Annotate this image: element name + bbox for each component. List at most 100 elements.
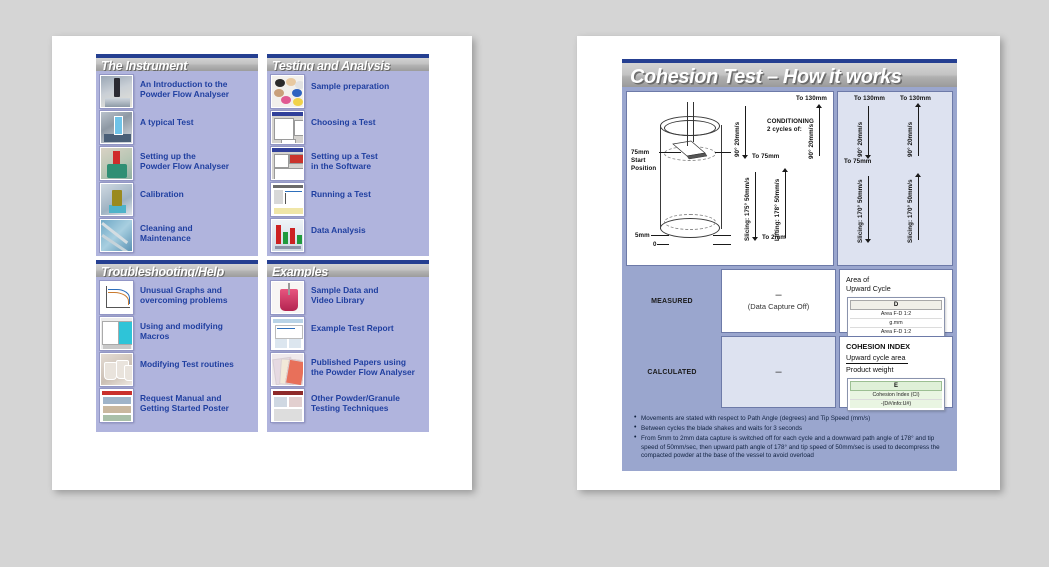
menu-item-label: Example Test Report bbox=[311, 323, 394, 333]
menu-item[interactable]: Choosing a Test bbox=[270, 110, 426, 145]
cohesion-test-poster: Cohesion Test – How it works 75mm Start … bbox=[622, 59, 957, 472]
panel-header: Examples bbox=[267, 260, 429, 277]
vessel-diagram-panel: 75mm Start Position 5mm 0 90° 20mm/s To … bbox=[626, 91, 834, 266]
diagram-row: 75mm Start Position 5mm 0 90° 20mm/s To … bbox=[626, 91, 953, 266]
formula-numerator: Upward cycle area bbox=[846, 353, 908, 364]
test-report-document-icon bbox=[270, 316, 305, 351]
menu-item[interactable]: Sample preparation bbox=[270, 74, 426, 109]
conditioning-label: CONDITIONING 2 cycles of: bbox=[767, 118, 814, 133]
menu-item-label: Running a Test bbox=[311, 189, 371, 199]
techniques-document-icon bbox=[270, 388, 305, 423]
menu-item-label: Setting up a Test in the Software bbox=[311, 151, 378, 171]
panel-body: An Introduction to the Powder Flow Analy… bbox=[96, 71, 258, 256]
notes-section: Movements are stated with respect to Pat… bbox=[626, 412, 953, 467]
panel-header: Testing and Analysis bbox=[267, 54, 429, 71]
menu-item[interactable]: Setting up the Powder Flow Analyser bbox=[99, 146, 255, 181]
running-test-chart-icon bbox=[270, 182, 305, 217]
slicing-move-label: Slicing: 175° 50mm/s bbox=[744, 177, 751, 241]
menu-item-label: A typical Test bbox=[140, 117, 194, 127]
side-slicing-right: Slicing: 170° 50mm/s bbox=[907, 179, 914, 243]
menu-item-label: Sample preparation bbox=[311, 81, 390, 91]
up-move-label: 90° 20mm/s bbox=[808, 123, 815, 159]
menu-item[interactable]: Other Powder/Granule Testing Techniques bbox=[270, 388, 426, 423]
menu-item[interactable]: Example Test Report bbox=[270, 316, 426, 351]
panel-title: Testing and Analysis bbox=[272, 59, 391, 71]
note-item: From 5mm to 2mm data capture is switched… bbox=[634, 434, 949, 461]
menu-item[interactable]: Setting up a Test in the Software bbox=[270, 146, 426, 181]
panel-header: Troubleshooting/Help bbox=[96, 260, 258, 277]
bottom-5mm-label: 5mm bbox=[635, 232, 650, 239]
panel-body: Unusual Graphs and overcoming problems U… bbox=[96, 277, 258, 432]
blade-icon bbox=[672, 140, 708, 160]
test-vessels-photo-icon bbox=[99, 352, 134, 387]
measured-dash: – bbox=[775, 289, 782, 301]
note-item: Movements are stated with respect to Pat… bbox=[634, 414, 949, 424]
cleaning-photo-icon bbox=[99, 218, 134, 253]
calc-box-line: Area F-D 1:2 bbox=[880, 329, 912, 335]
calc-box-line: g.mm bbox=[850, 319, 942, 328]
to-130mm-label: To 130mm bbox=[796, 95, 827, 102]
left-page-sheet: The Instrument An Introduction to the Po… bbox=[52, 36, 472, 490]
menu-item[interactable]: Unusual Graphs and overcoming problems bbox=[99, 280, 255, 315]
down-move-label: 90° 20mm/s bbox=[734, 121, 741, 157]
panel-title: Examples bbox=[272, 265, 328, 277]
bottom-zero-label: 0 bbox=[653, 241, 657, 248]
calculated-row: CALCULATED – COHESION INDEX Upward cycle… bbox=[626, 336, 953, 411]
menu-item[interactable]: Modifying Test routines bbox=[99, 352, 255, 387]
side-to-130mm-label-right: To 130mm bbox=[900, 95, 931, 102]
menu-item[interactable]: Cleaning and Maintenance bbox=[99, 218, 255, 253]
menu-item-label: Sample Data and Video Library bbox=[311, 285, 379, 305]
calibration-photo-icon bbox=[99, 182, 134, 217]
menu-item[interactable]: Running a Test bbox=[270, 182, 426, 217]
menu-item[interactable]: Using and modifying Macros bbox=[99, 316, 255, 351]
to-75mm-label: To 75mm bbox=[752, 153, 780, 160]
measured-title-line1: Area of bbox=[846, 275, 870, 284]
menu-item-label: Published Papers using the Powder Flow A… bbox=[311, 357, 415, 377]
poster-document-icon bbox=[99, 388, 134, 423]
menu-item[interactable]: Published Papers using the Powder Flow A… bbox=[270, 352, 426, 387]
macro-editor-icon bbox=[99, 316, 134, 351]
side-down-move-right: 90° 20mm/s bbox=[907, 121, 914, 157]
panel-body: Sample preparation Choosing a Test Setti… bbox=[267, 71, 429, 256]
calc-box-line: Area F-D 1:2 bbox=[850, 310, 942, 319]
repeat-cycle-panel: To 130mm To 130mm 90° 20mm/s 90° 20mm/s … bbox=[837, 91, 953, 266]
menu-item[interactable]: Request Manual and Getting Started Poste… bbox=[99, 388, 255, 423]
menu-item-label: Using and modifying Macros bbox=[140, 321, 223, 341]
row-label-calculated: CALCULATED bbox=[647, 368, 697, 376]
lifting-move-label: Lifting: 178° 50mm/s bbox=[774, 178, 781, 241]
menu-item-label: Unusual Graphs and overcoming problems bbox=[140, 285, 228, 305]
software-window-icon bbox=[270, 146, 305, 181]
right-page-sheet: Cohesion Test – How it works 75mm Start … bbox=[577, 36, 1000, 490]
menu-item-label: Modifying Test routines bbox=[140, 359, 234, 369]
start-position-label: 75mm Start Position bbox=[631, 149, 657, 172]
panel-troubleshooting-help: Troubleshooting/Help Unusual Graphs and … bbox=[96, 260, 258, 432]
powder-samples-photo-icon bbox=[270, 74, 305, 109]
measured-calc-box: D Area F-D 1:2 g.mm Area F-D 1:2 bbox=[847, 297, 945, 339]
calculated-right-cell: COHESION INDEX Upward cycle area Product… bbox=[839, 336, 953, 411]
side-slicing-left: Slicing: 170° 50mm/s bbox=[857, 179, 864, 243]
cohesion-test-header: Cohesion Test – How it works bbox=[622, 59, 957, 88]
vessel-cylinder-icon bbox=[657, 102, 723, 242]
side-to-75mm-label: To 75mm bbox=[844, 158, 872, 165]
menu-item-label: Setting up the Powder Flow Analyser bbox=[140, 151, 230, 171]
typical-test-photo-icon bbox=[99, 110, 134, 145]
panel-body: Sample Data and Video Library Example Te… bbox=[267, 277, 429, 432]
menu-item-label: Other Powder/Granule Testing Techniques bbox=[311, 393, 400, 413]
graph-curve-icon bbox=[99, 280, 134, 315]
menu-item[interactable]: Sample Data and Video Library bbox=[270, 280, 426, 315]
calc-box-header: D bbox=[850, 300, 942, 310]
menu-item-label: Data Analysis bbox=[311, 225, 366, 235]
measured-right-cell: Area of Upward Cycle D Area F-D 1:2 g.mm… bbox=[839, 269, 953, 339]
formula-denominator: Product weight bbox=[846, 365, 894, 374]
menu-item[interactable]: A typical Test bbox=[99, 110, 255, 145]
measured-middle-cell: – (Data Capture Off) bbox=[721, 269, 836, 333]
menu-item[interactable]: An Introduction to the Powder Flow Analy… bbox=[99, 74, 255, 109]
menu-item[interactable]: Calibration bbox=[99, 182, 255, 217]
menu-item[interactable]: Data Analysis bbox=[270, 218, 426, 253]
pink-beaker-photo-icon bbox=[270, 280, 305, 315]
panel-title: The Instrument bbox=[101, 59, 188, 71]
panel-examples: Examples Sample Data and Video Library E… bbox=[267, 260, 429, 432]
published-papers-icon bbox=[270, 352, 305, 387]
panel-title: Troubleshooting/Help bbox=[101, 265, 224, 277]
measured-note: (Data Capture Off) bbox=[747, 302, 810, 311]
